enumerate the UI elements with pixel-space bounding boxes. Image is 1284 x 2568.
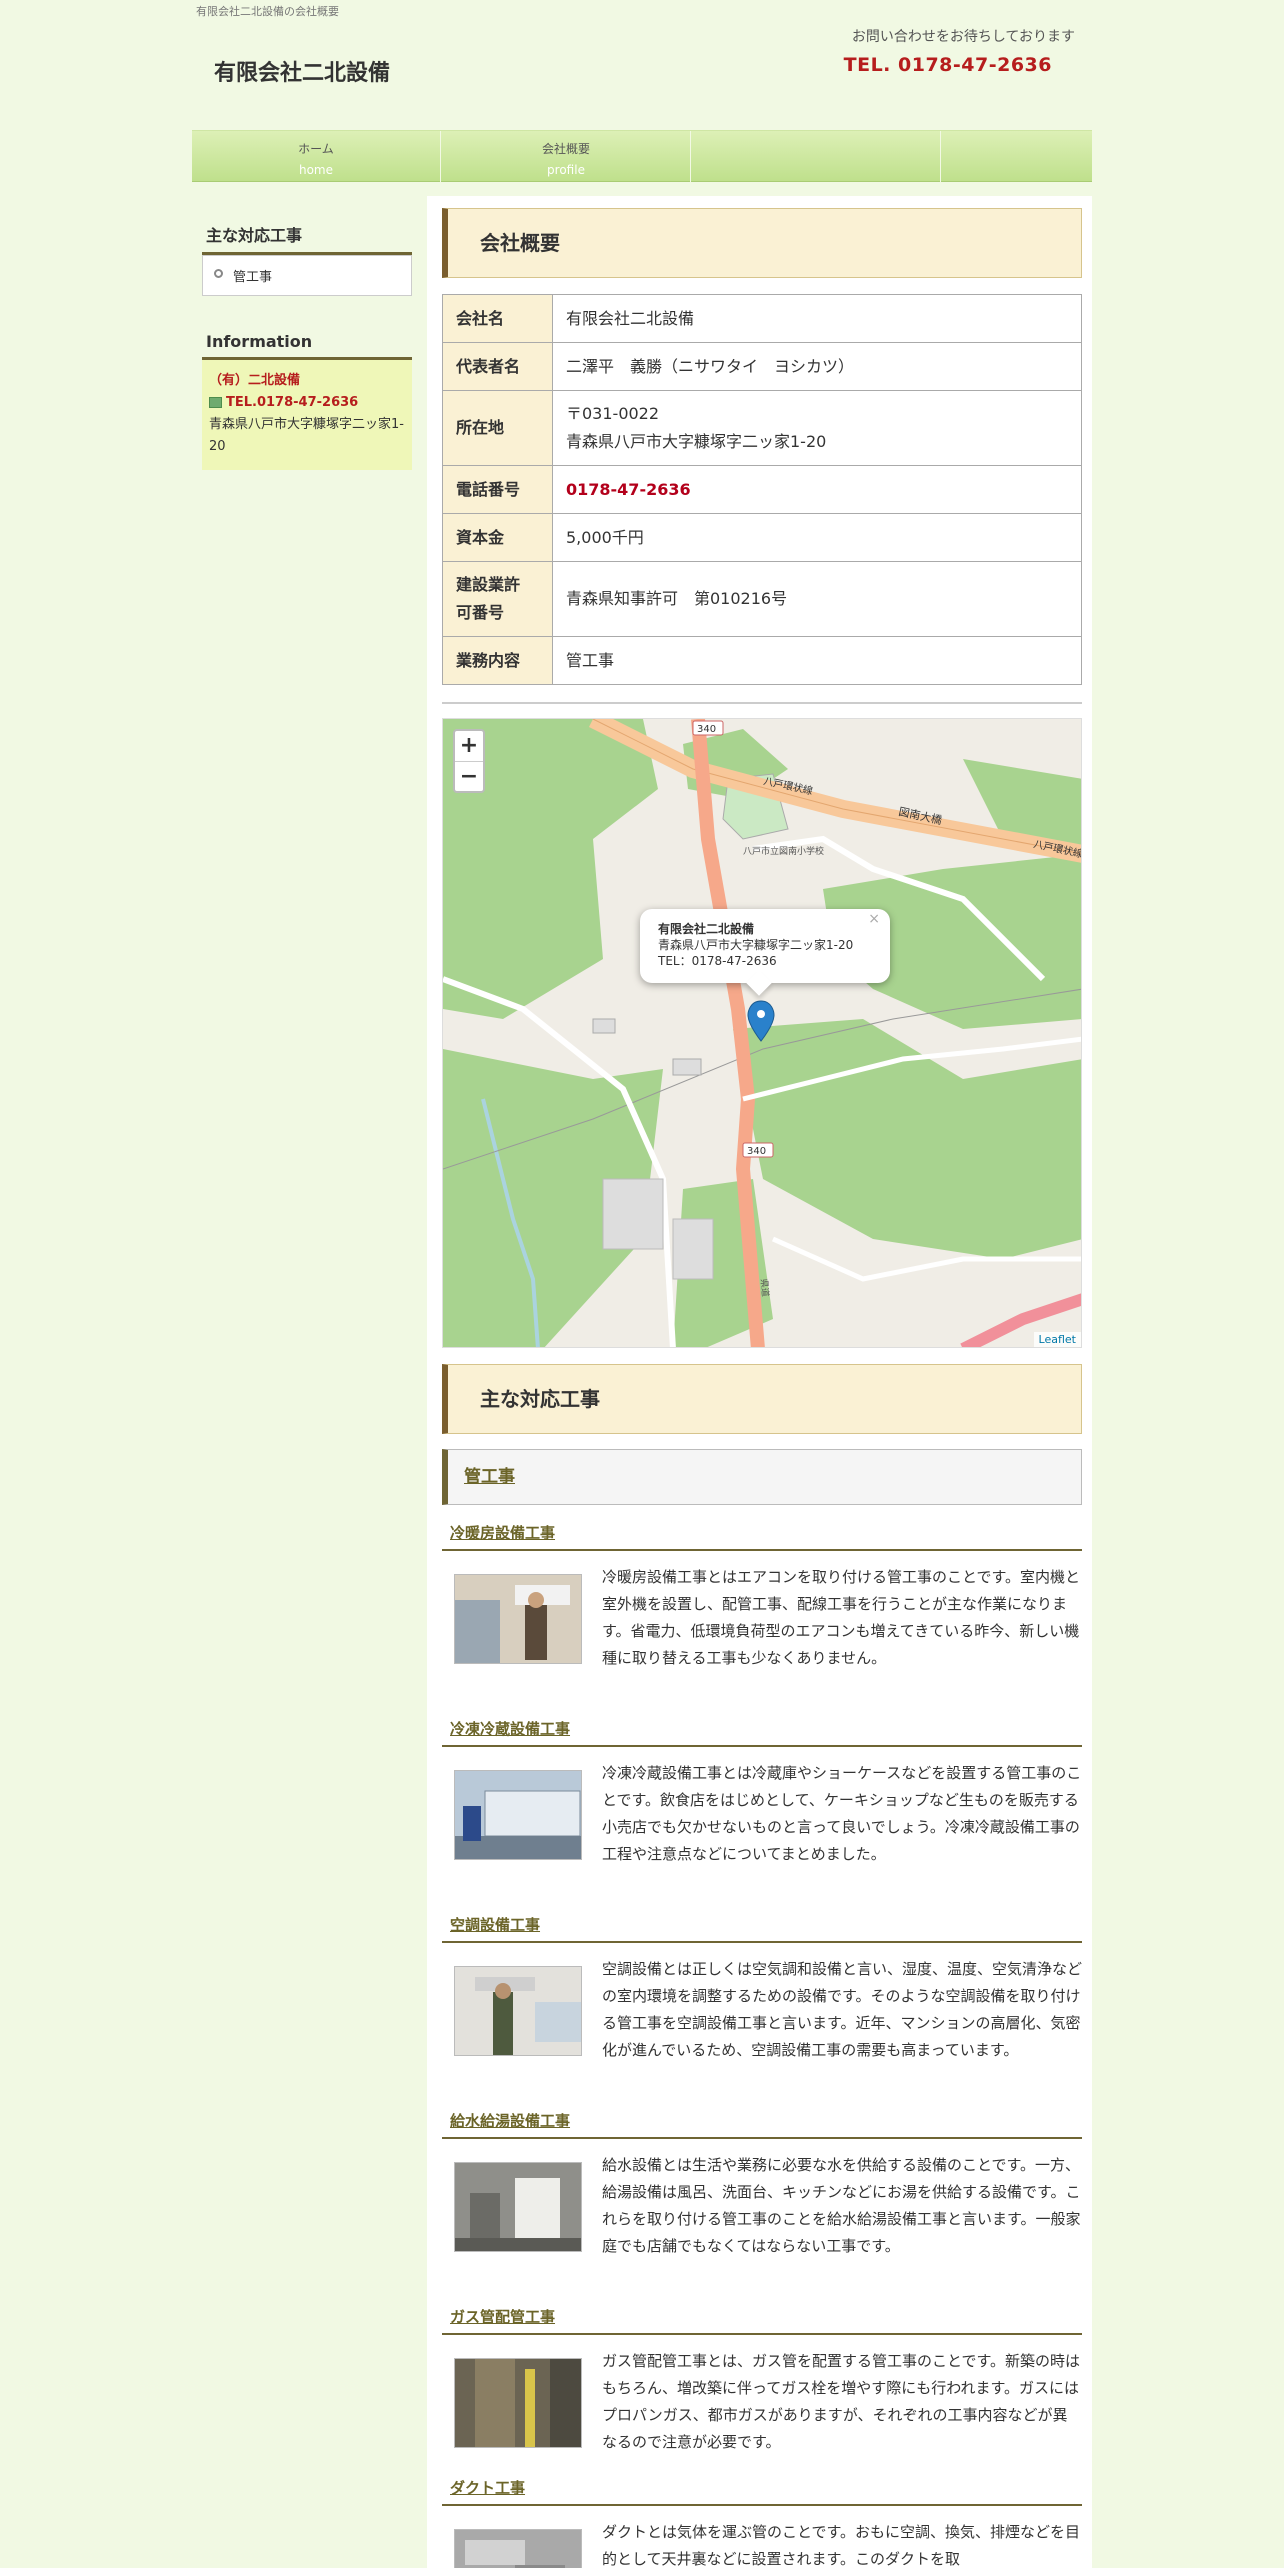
route-number: 340 bbox=[747, 1146, 766, 1157]
nav-label-profile: 会社概要 bbox=[541, 142, 590, 156]
row-value: 管工事 bbox=[552, 636, 1082, 685]
photo-placeholder bbox=[455, 2163, 581, 2251]
service-description: 給水設備とは生活や業務に必要な水を供給する設備のことです。一方、給湯設備は風呂、… bbox=[602, 2156, 1081, 2255]
page-title: 会社概要 bbox=[442, 208, 1082, 278]
global-nav: ホーム home 会社概要 profile bbox=[192, 130, 1092, 182]
service-description: ガス管配管工事とは、ガス管を配置する管工事のことです。新築の時はもちろん、増改築… bbox=[602, 2352, 1081, 2451]
info-tel-text: TEL.0178-47-2636 bbox=[226, 395, 359, 410]
popup-title: 有限会社二北設備 bbox=[658, 922, 755, 936]
service-image-gas-piping[interactable] bbox=[454, 2358, 582, 2448]
road-label: 県道 bbox=[758, 1278, 772, 1297]
nav-label-home: ホーム bbox=[298, 142, 334, 156]
row-label-line: 建設業許 bbox=[456, 575, 521, 594]
nav-item-home[interactable]: ホーム home bbox=[192, 131, 441, 182]
route-number: 340 bbox=[697, 724, 716, 735]
service-title-link[interactable]: 空調設備工事 bbox=[442, 1914, 1082, 1943]
company-profile-table: 会社名 有限会社二北設備 代表者名 二澤平 義勝（ニサワタイ ヨシカツ） 所在地… bbox=[442, 294, 1082, 685]
row-label-line: 可番号 bbox=[456, 603, 505, 622]
main-content: 会社概要 会社名 有限会社二北設備 代表者名 二澤平 義勝（ニサワタイ ヨシカツ… bbox=[427, 196, 1092, 2568]
service-image-duct[interactable] bbox=[454, 2529, 582, 2568]
table-row: 代表者名 二澤平 義勝（ニサワタイ ヨシカツ） bbox=[442, 342, 1082, 391]
service-title-link[interactable]: 冷凍冷蔵設備工事 bbox=[442, 1718, 1082, 1747]
close-icon[interactable]: × bbox=[868, 911, 880, 927]
row-value: 〒031-0022 青森県八戸市大字糠塚字二ッ家1-20 bbox=[552, 390, 1082, 466]
row-label: 代表者名 bbox=[442, 342, 553, 391]
table-row: 業務内容 管工事 bbox=[442, 636, 1082, 685]
header-phone[interactable]: TEL. 0178-47-2636 bbox=[844, 54, 1052, 76]
table-row: 所在地 〒031-0022 青森県八戸市大字糠塚字二ッ家1-20 bbox=[442, 390, 1082, 466]
row-value: 有限会社二北設備 bbox=[552, 294, 1082, 343]
service-image-air-conditioning[interactable] bbox=[454, 1574, 582, 1664]
location-map[interactable]: 340 340 八戸環状線 八戸環状線 図南大橋 八戸市立図南小学校 県道 + … bbox=[442, 718, 1082, 1348]
nav-sub-profile: profile bbox=[547, 163, 585, 177]
site-logo-title[interactable]: 有限会社二北設備 bbox=[214, 55, 390, 87]
row-label: 会社名 bbox=[442, 294, 553, 343]
service-title-link[interactable]: 冷暖房設備工事 bbox=[442, 1522, 1082, 1551]
sidebar: 主な対応工事 管工事 Information （有）二北設備 TEL.0178-… bbox=[202, 212, 412, 470]
service-description: 空調設備とは正しくは空気調和設備と言い、湿度、温度、空気清浄などの室内環境を調整… bbox=[602, 1960, 1083, 2059]
forest-area bbox=[733, 1019, 1081, 1259]
zoom-in-button[interactable]: + bbox=[455, 731, 483, 761]
map-attribution-link[interactable]: Leaflet bbox=[1033, 1332, 1081, 1347]
postal-code: 〒031-0022 bbox=[566, 404, 660, 423]
phone-link[interactable]: 0178-47-2636 bbox=[552, 465, 1082, 514]
info-address: 青森県八戸市大字糠塚字二ッ家1-20 bbox=[209, 417, 404, 454]
photo-placeholder bbox=[455, 1967, 581, 2055]
service-title-link[interactable]: 給水給湯設備工事 bbox=[442, 2110, 1082, 2139]
table-row: 会社名 有限会社二北設備 bbox=[442, 294, 1082, 343]
sidebar-info-box: （有）二北設備 TEL.0178-47-2636 青森県八戸市大字糠塚字二ッ家1… bbox=[202, 360, 412, 470]
photo-placeholder bbox=[455, 2359, 581, 2447]
table-row: 電話番号 0178-47-2636 bbox=[442, 465, 1082, 514]
works-heading: 主な対応工事 bbox=[442, 1364, 1082, 1434]
service-description: 冷暖房設備工事とはエアコンを取り付ける管工事のことです。室内機と室外機を設置し、… bbox=[602, 1568, 1081, 1667]
sidebar-works-heading: 主な対応工事 bbox=[202, 212, 412, 255]
residential-block bbox=[672, 1218, 714, 1280]
nav-sub-home: home bbox=[298, 163, 334, 177]
row-value: 二澤平 義勝（ニサワタイ ヨシカツ） bbox=[552, 342, 1082, 391]
divider bbox=[442, 702, 1082, 704]
photo-placeholder bbox=[455, 1771, 581, 1859]
map-tiles: 340 340 八戸環状線 八戸環状線 図南大橋 八戸市立図南小学校 県道 bbox=[443, 719, 1081, 1347]
bullet-circle-icon bbox=[214, 269, 223, 278]
row-label: 建設業許 可番号 bbox=[442, 561, 553, 637]
sidebar-item-pipe-work[interactable]: 管工事 bbox=[202, 255, 412, 296]
site-tagline: 有限会社二北設備の会社概要 bbox=[196, 5, 339, 18]
table-row: 建設業許 可番号 青森県知事許可 第010216号 bbox=[442, 561, 1082, 637]
popup-address: 青森県八戸市大字糠塚字二ッ家1-20 bbox=[658, 938, 854, 952]
row-value: 5,000千円 bbox=[552, 513, 1082, 562]
info-tel: TEL.0178-47-2636 bbox=[209, 392, 405, 414]
service-image-water-supply[interactable] bbox=[454, 2162, 582, 2252]
phone-icon bbox=[209, 397, 222, 408]
residential-block bbox=[602, 1178, 664, 1250]
category-link-pipe-work[interactable]: 管工事 bbox=[442, 1449, 1082, 1505]
service-description: ダクトとは気体を運ぶ管のことです。おもに空調、換気、排煙などを目的として天井裏な… bbox=[602, 2523, 1081, 2568]
row-label: 電話番号 bbox=[442, 465, 553, 514]
building bbox=[592, 1018, 616, 1034]
service-image-refrigeration[interactable] bbox=[454, 1770, 582, 1860]
nav-item-empty bbox=[692, 131, 941, 182]
map-popup: × 有限会社二北設備 青森県八戸市大字糠塚字二ッ家1-20 TEL：0178-4… bbox=[640, 909, 890, 996]
row-label: 所在地 bbox=[442, 390, 553, 466]
popup-tel: TEL：0178-47-2636 bbox=[658, 954, 777, 968]
info-company: （有）二北設備 bbox=[209, 373, 301, 388]
sidebar-info-heading: Information bbox=[202, 322, 412, 360]
photo-placeholder bbox=[455, 2530, 581, 2568]
row-value: 青森県知事許可 第010216号 bbox=[552, 561, 1082, 637]
service-description: 冷凍冷蔵設備工事とは冷蔵庫やショーケースなどを設置する管工事のことです。飲食店を… bbox=[602, 1764, 1082, 1863]
sidebar-item-label: 管工事 bbox=[233, 270, 273, 285]
zoom-out-button[interactable]: − bbox=[455, 761, 483, 791]
address-line: 青森県八戸市大字糠塚字二ッ家1-20 bbox=[566, 432, 827, 451]
row-label: 業務内容 bbox=[442, 636, 553, 685]
school-label: 八戸市立図南小学校 bbox=[743, 845, 824, 857]
contact-message: お問い合わせをお待ちしております bbox=[851, 29, 1075, 45]
service-image-hvac[interactable] bbox=[454, 1966, 582, 2056]
building bbox=[672, 1058, 702, 1076]
table-row: 資本金 5,000千円 bbox=[442, 513, 1082, 562]
photo-placeholder bbox=[455, 1575, 581, 1663]
service-title-link[interactable]: ガス管配管工事 bbox=[442, 2306, 1082, 2335]
nav-item-profile[interactable]: 会社概要 profile bbox=[442, 131, 691, 182]
service-title-link[interactable]: ダクト工事 bbox=[442, 2477, 1082, 2506]
row-label: 資本金 bbox=[442, 513, 553, 562]
map-zoom-control: + − bbox=[453, 729, 485, 793]
